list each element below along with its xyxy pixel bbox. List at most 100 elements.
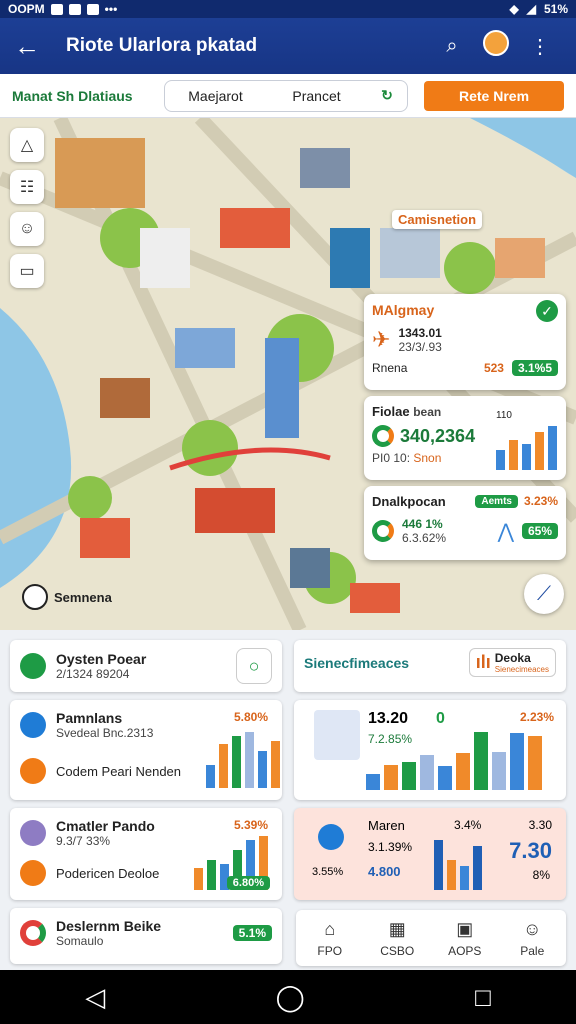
mean-card[interactable]: Maren 3.4% 3.30 3.1.39% 3.55% 4.800 7.30… [294,808,566,900]
fire-icon [20,860,46,886]
place-label[interactable]: Semnena [16,582,118,612]
pyramid-icon: ⋀ [497,520,514,543]
chart-pct: 2.23% [519,710,554,724]
card-val2: 1% [425,517,443,531]
card-sub2: 3.55% [312,866,344,878]
chart-bar [384,765,398,790]
card-pill: 65% [521,523,558,539]
chart-mid-card[interactable]: 13.20 7.2.85% 0 2.23% [294,700,566,800]
navigate-icon[interactable]: △ [10,128,44,162]
map-card-1[interactable]: MAlgmay ✓ ✈ 1343.01 23/3/.93 Rnena 523 3… [364,294,566,390]
edit-fab-button[interactable]: ⟋ [524,574,564,614]
home-nav-icon[interactable]: ◯ [276,982,305,1013]
card-title-text: Fiolae [372,404,410,419]
badge-sub: Sienecimeaces [494,665,549,674]
card-sub: 6.3.62% [402,531,447,545]
card-big-value: 340,2364 [400,425,476,446]
leaf-icon [372,520,394,542]
map-card-3[interactable]: Dnalkpocan Aemts 3.23% 446 1% 6.3.62% ⋀ … [364,486,566,560]
refresh-icon[interactable]: ↻ [367,87,407,104]
nav-label: Pale [520,943,545,958]
bar [207,860,216,890]
mini-bar [509,440,518,470]
search-icon[interactable]: ⌕ [430,35,474,58]
nav-item-csbo[interactable]: ▦ CSBO [364,910,432,966]
doc-icon: ▣ [456,918,474,939]
more-icon[interactable]: ⋮ [518,34,562,59]
dots-icon: ••• [104,2,118,16]
mean-bars [434,838,482,890]
back-icon[interactable]: ← [14,31,54,62]
card-val: 446 [402,517,423,531]
nav-item-pale[interactable]: ☺ Pale [499,910,567,966]
card-sub-b: Snon [413,451,442,465]
notification-icon [86,3,99,15]
location-icon [22,584,48,610]
home-icon: ⌂ [324,918,336,939]
params-bar-chart [206,730,280,788]
card-title: Sienecfimeaces [304,654,410,671]
nav-item-fpo[interactable]: ⌂ FPO [296,910,364,966]
status-bar: OOPM ••• ◆ ◢ 51% [0,0,576,18]
message-icon[interactable]: ▭ [10,254,44,288]
chart-bar [438,766,452,790]
card-sub-a: PI0 10: [372,451,411,465]
mini-bar [535,432,544,470]
character-icon [20,820,46,846]
check-icon: ✓ [536,300,558,322]
row-label: Podericen Deoloe [56,865,160,881]
chart-bar [366,774,380,790]
bar [473,846,482,890]
chart-bar [492,752,506,790]
chart-bar [456,753,470,790]
robot-icon [20,712,46,738]
sentiment-card[interactable]: Sienecfimeaces ılı Deoka Sienecimeaces [294,640,566,692]
back-nav-icon[interactable]: ◁ [85,982,105,1013]
ring-icon [372,425,394,447]
nav-label: CSBO [380,943,415,958]
card-sub: 3.1.39% [368,840,413,854]
card-title: Maren [368,818,405,833]
filter-row: Manat Sh Dlatiaus Maejarot Prancet ↻ Ret… [0,74,576,118]
cmatler-card[interactable]: Cmatler Pando 9.3/7 33% Podericen Deoloe… [10,808,282,900]
nav-item-aops[interactable]: ▣ AOPS [431,910,499,966]
deserum-card[interactable]: Deslernm Beike Somaulo 5.1% [10,908,282,964]
badge-icon [318,824,344,850]
card-big: 7.30 [509,838,552,863]
segment-option[interactable]: Prancet [266,88,367,104]
card-title: Fiolae bean [372,404,558,419]
chart-bar [219,744,228,788]
chart-mark: 0 [436,710,445,727]
card-pct: 5.39% [233,818,268,832]
signal-icon: ◢ [526,2,536,16]
bar [460,866,469,890]
bar [194,868,203,890]
bar [447,860,456,890]
avatar[interactable] [474,30,518,62]
card-pill-top: Aemts [475,494,518,508]
toggle-icon[interactable]: ○ [236,648,272,684]
card-small: 8% [532,868,550,882]
avatar-icon [483,30,509,56]
wifi-icon: ◆ [509,2,519,16]
chat-icon[interactable]: ☺ [10,212,44,246]
map-poi-label[interactable]: Camisnetion [392,210,483,229]
cta-button[interactable]: Rete Nrem [424,80,564,111]
card-pct: 5.80% [233,710,268,724]
card-pill: 6.80% [226,876,270,890]
system-power-card[interactable]: Oysten Poear 2/1324 89204 ○ [10,640,282,692]
city-map[interactable]: △ ☷ ☺ ▭ Camisnetion Semnena MAlgmay ✓ ✈ … [0,118,576,630]
chart-bar [206,765,215,788]
sentiment-badge[interactable]: ılı Deoka Sienecimeaces [468,648,556,677]
chart-icon: ılı [475,652,491,672]
chart-bar [232,736,241,788]
card-mid: 523 [483,361,504,375]
list-icon[interactable]: ☷ [10,170,44,204]
recents-nav-icon[interactable]: □ [475,982,491,1013]
segment-option[interactable]: Maejarot [165,88,266,104]
notification-icon [68,3,81,15]
donut-icon [20,920,46,946]
map-toolbar: △ ☷ ☺ ▭ [10,128,44,288]
map-card-2[interactable]: Fiolae bean 340,2364 PI0 10: Snon 110 [364,396,566,480]
params-card[interactable]: Pamnlans Svedeal Bnc.2313 Codem Peari Ne… [10,700,282,800]
